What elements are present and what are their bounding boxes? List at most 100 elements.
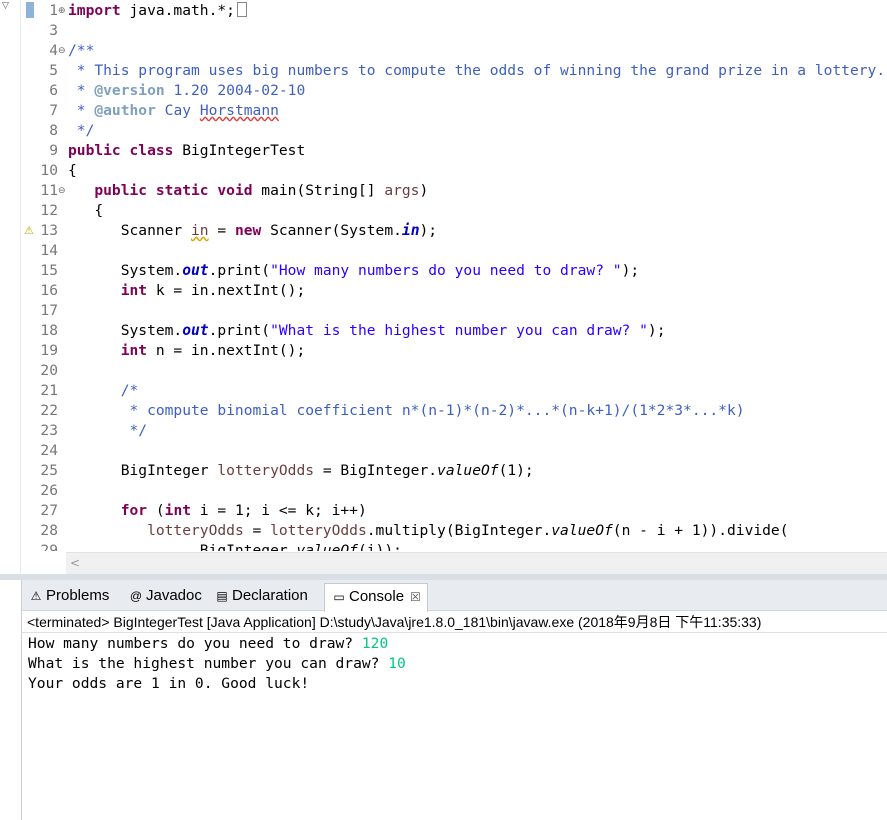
code-token: 1.20 2004-02-10	[164, 82, 306, 99]
line-number: 27	[40, 502, 58, 519]
code-token: {	[68, 162, 77, 179]
line-number: 8	[49, 122, 58, 139]
code-text: */	[68, 121, 95, 141]
code-token: );	[419, 222, 438, 239]
code-line[interactable]: 26	[22, 481, 887, 501]
code-line[interactable]: 13 ⚠ Scanner in = new Scanner(System.in);	[22, 221, 887, 241]
line-number: 7	[49, 102, 58, 119]
code-line[interactable]: 1 ⊕ import java.math.*;	[22, 1, 887, 21]
code-line[interactable]: 10 {	[22, 161, 887, 181]
code-line[interactable]: 16 int k = in.nextInt();	[22, 281, 887, 301]
code-token: */	[68, 422, 148, 439]
code-token: /*	[68, 382, 139, 399]
code-line[interactable]: 25 BigInteger lotteryOdds = BigInteger.v…	[22, 461, 887, 481]
expand-fold-icon[interactable]: ⊕	[58, 1, 68, 21]
collapse-fold-icon[interactable]: ⊖	[58, 181, 68, 201]
tab-declaration[interactable]: ▤ Declaration	[212, 583, 308, 611]
line-number: 22	[40, 402, 58, 419]
console-icon: ▭	[333, 590, 345, 604]
code-line[interactable]: 9 public class BigIntegerTest	[22, 141, 887, 161]
tab-problems[interactable]: ⚠ Problems	[26, 583, 110, 611]
code-line[interactable]: 3	[22, 21, 887, 41]
code-line[interactable]: 23 */	[22, 421, 887, 441]
warning-icon[interactable]: ⚠	[24, 224, 36, 237]
code-line[interactable]: 28 lotteryOdds = lotteryOdds.multiply(Bi…	[22, 521, 887, 541]
collapse-fold-icon[interactable]: ⊖	[58, 41, 68, 61]
code-token: .print(	[208, 322, 271, 339]
code-line[interactable]: 14	[22, 241, 887, 261]
code-token: System.	[68, 322, 183, 339]
code-line[interactable]: 29 BigInteger.valueOf(i));	[22, 541, 887, 551]
chevron-down-icon[interactable]: ▽	[2, 1, 9, 11]
code-token: Horstmann	[199, 102, 279, 119]
code-line[interactable]: 20	[22, 361, 887, 381]
code-token: */	[68, 122, 95, 139]
code-token: Cay	[155, 102, 200, 119]
console-line: How many numbers do you need to draw? 12…	[28, 634, 887, 654]
code-text: /*	[68, 381, 139, 401]
tab-label: Console	[349, 588, 405, 605]
horizontal-scrollbar[interactable]: <	[66, 552, 887, 574]
tab-label: Declaration	[232, 587, 308, 604]
code-token: out	[182, 262, 209, 279]
close-icon[interactable]: ☒	[410, 590, 421, 604]
code-text: Scanner in = new Scanner(System.in);	[68, 221, 437, 241]
code-line[interactable]: 22 * compute binomial coefficient n*(n-1…	[22, 401, 887, 421]
code-line[interactable]: 7 * @author Cay Horstmann	[22, 101, 887, 121]
tab-console[interactable]: ▭ Console ☒	[324, 583, 428, 612]
code-token: (i));	[357, 542, 402, 551]
code-text: BigInteger lotteryOdds = BigInteger.valu…	[68, 461, 534, 481]
code-line[interactable]: 4 ⊖/**	[22, 41, 887, 61]
code-token: lotteryOdds	[270, 522, 367, 539]
code-line[interactable]: 12 {	[22, 201, 887, 221]
code-line[interactable]: 18 System.out.print("What is the highest…	[22, 321, 887, 341]
code-line[interactable]: 24	[22, 441, 887, 461]
code-text: {	[68, 201, 103, 221]
code-line[interactable]: 6 * @version 1.20 2004-02-10	[22, 81, 887, 101]
code-token: (n - i + 1)).divide(	[612, 522, 789, 539]
line-number: 3	[49, 22, 58, 39]
code-line[interactable]: 21 /*	[22, 381, 887, 401]
code-token: .print(	[208, 262, 271, 279]
code-line[interactable]: 19 int n = in.nextInt();	[22, 341, 887, 361]
code-line[interactable]: 17	[22, 301, 887, 321]
code-text: * compute binomial coefficient n*(n-1)*(…	[68, 401, 745, 421]
code-line[interactable]: 8 */	[22, 121, 887, 141]
code-token: Scanner(System.	[261, 222, 402, 239]
line-number: 19	[40, 342, 58, 359]
code-editor[interactable]: ▽ 1 ⊕ import java.math.*; 3 4 ⊖/** 5 * This pr…	[0, 0, 887, 574]
console-prompt-text: What is the highest number you can draw?	[28, 655, 389, 672]
code-line[interactable]: 15 System.out.print("How many numbers do…	[22, 261, 887, 281]
line-number: 25	[40, 462, 58, 479]
code-token: *	[68, 82, 95, 99]
folded-imports-box-icon[interactable]	[236, 2, 247, 17]
line-number: 16	[40, 282, 58, 299]
javadoc-icon: @	[129, 589, 143, 603]
code-lines[interactable]: 1 ⊕ import java.math.*; 3 4 ⊖/** 5 * This prog…	[22, 1, 887, 551]
scroll-left-icon[interactable]: <	[66, 553, 84, 574]
code-text: public class BigIntegerTest	[68, 141, 305, 161]
tab-javadoc[interactable]: @ Javadoc	[126, 583, 202, 611]
code-line[interactable]: 11 ⊖ public static void main(String[] arg…	[22, 181, 887, 201]
code-token: out	[182, 322, 209, 339]
code-token: System.	[68, 262, 183, 279]
console-output[interactable]: How many numbers do you need to draw? 12…	[22, 634, 887, 820]
code-text: import java.math.*;	[68, 1, 247, 21]
code-line[interactable]: 5 * This program uses big numbers to com…	[22, 61, 887, 81]
code-token: BigInteger	[68, 462, 218, 479]
line-number: 20	[40, 362, 58, 379]
line-number: 21	[40, 382, 58, 399]
line-number: 9	[49, 142, 58, 159]
code-token: int	[120, 342, 148, 359]
code-line[interactable]: 27 for (int i = 1; i <= k; i++)	[22, 501, 887, 521]
code-token: lotteryOdds	[147, 522, 244, 539]
code-text: * @author Cay Horstmann	[68, 101, 279, 121]
console-status-line: <terminated> BigIntegerTest [Java Applic…	[22, 612, 887, 633]
code-text: int n = in.nextInt();	[68, 341, 306, 361]
code-token: k = in.nextInt();	[147, 282, 306, 299]
tab-label: Javadoc	[146, 587, 202, 604]
code-token: new	[234, 222, 262, 239]
code-token: n = in.nextInt();	[147, 342, 306, 359]
